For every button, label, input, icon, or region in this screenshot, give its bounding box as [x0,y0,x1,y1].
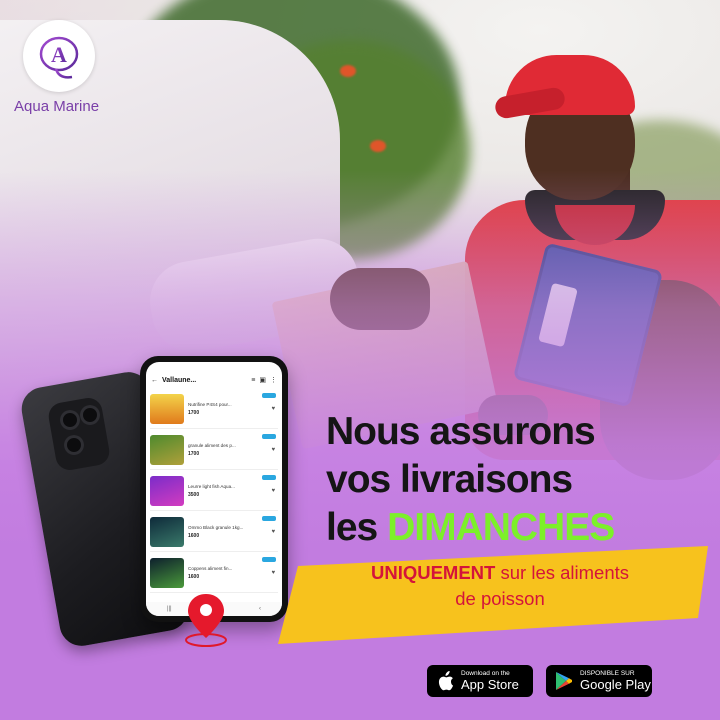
product-row[interactable]: Ommo Black granule 1kg... 1600 ♥ [150,513,278,552]
product-thumbnail [150,517,184,547]
product-row[interactable]: Leurre light fish Aqua... 3500 ♥ [150,472,278,511]
product-row[interactable]: granule aliment des p... 1700 ♥ [150,431,278,470]
product-thumbnail [150,476,184,506]
add-button[interactable] [262,516,276,521]
app-store-badge[interactable]: Download on the App Store [427,665,533,697]
add-button[interactable] [262,475,276,480]
headline-line-2: vos livraisons [326,458,573,501]
headline-accent: DIMANCHES [387,506,615,549]
brand-logo: A [23,20,95,92]
cart-icon[interactable]: ▣ [259,376,266,384]
logo-letter: A [51,42,67,67]
heart-icon[interactable]: ♥ [271,529,275,535]
back-arrow-icon[interactable]: ← [151,377,158,384]
phone-status-bar [146,362,282,372]
headline-prefix: les [326,506,378,549]
product-price: 1700 [188,410,200,416]
app-store-big-text: App Store [461,677,519,692]
google-play-badge[interactable]: DISPONIBLE SUR Google Play [546,665,652,697]
headline-line-3: les DIMANCHES [326,504,615,552]
product-name: Coppens aliment fin... [188,566,233,571]
blossom [340,65,356,77]
product-price: 1600 [188,533,200,539]
back-icon[interactable]: ‹ [259,606,261,612]
camera-bump [46,395,112,473]
add-button[interactable] [262,557,276,562]
phone-screen: ← Vallaune... ≡ ▣ ⋮ Nutrifine P4S4 pour.… [146,362,282,616]
product-thumbnail [150,435,184,465]
blossom [370,140,386,152]
product-thumbnail [150,558,184,588]
headline-line-1: Nous assurons [326,410,596,453]
google-play-big-text: Google Play [580,677,651,692]
headline: Nous assurons vos livraisons les DIMANCH… [326,408,615,552]
product-price: 1600 [188,574,200,580]
heart-icon[interactable]: ♥ [271,406,275,412]
google-play-icon [554,671,574,691]
brand-name: Aqua Marine [14,98,100,115]
aqua-marine-logo-icon: A [39,36,79,79]
product-name: Leurre light fish Aqua... [188,484,235,489]
add-button[interactable] [262,393,276,398]
location-pin-icon [185,594,227,647]
heart-icon[interactable]: ♥ [271,447,275,453]
more-icon[interactable]: ⋮ [270,376,277,384]
app-title: Vallaune... [162,376,197,384]
apple-icon [435,671,455,691]
product-name: Ommo Black granule 1kg... [188,525,244,530]
heart-icon[interactable]: ♥ [271,488,275,494]
ad-canvas: A Aqua Marine ← Vallaune... ≡ ▣ ⋮ Nutrif… [0,0,720,720]
add-button[interactable] [262,434,276,439]
camera-lens [80,405,100,425]
recent-apps-icon[interactable]: ||| [167,606,172,612]
heart-icon[interactable]: ♥ [271,570,275,576]
menu-icon[interactable]: ≡ [251,377,255,384]
product-price: 3500 [188,492,200,498]
product-name: granule aliment des p... [188,443,236,448]
banner-emphasis: UNIQUEMENT [370,562,496,583]
product-row[interactable]: Nutrifine P4S4 pour... 1700 ♥ [150,390,278,429]
banner-line-1: UNIQUEMENT sur les aliments [320,560,680,586]
banner-line-2: de poisson [455,588,545,609]
promo-banner-text: UNIQUEMENT sur les aliments de poisson [320,560,680,612]
camera-lens [64,435,84,455]
product-name: Nutrifine P4S4 pour... [188,402,232,407]
product-thumbnail [150,394,184,424]
app-top-bar: ← Vallaune... ≡ ▣ ⋮ [146,372,282,388]
product-price: 1700 [188,451,200,457]
camera-lens [60,410,80,430]
banner-rest: sur les aliments [500,562,630,583]
